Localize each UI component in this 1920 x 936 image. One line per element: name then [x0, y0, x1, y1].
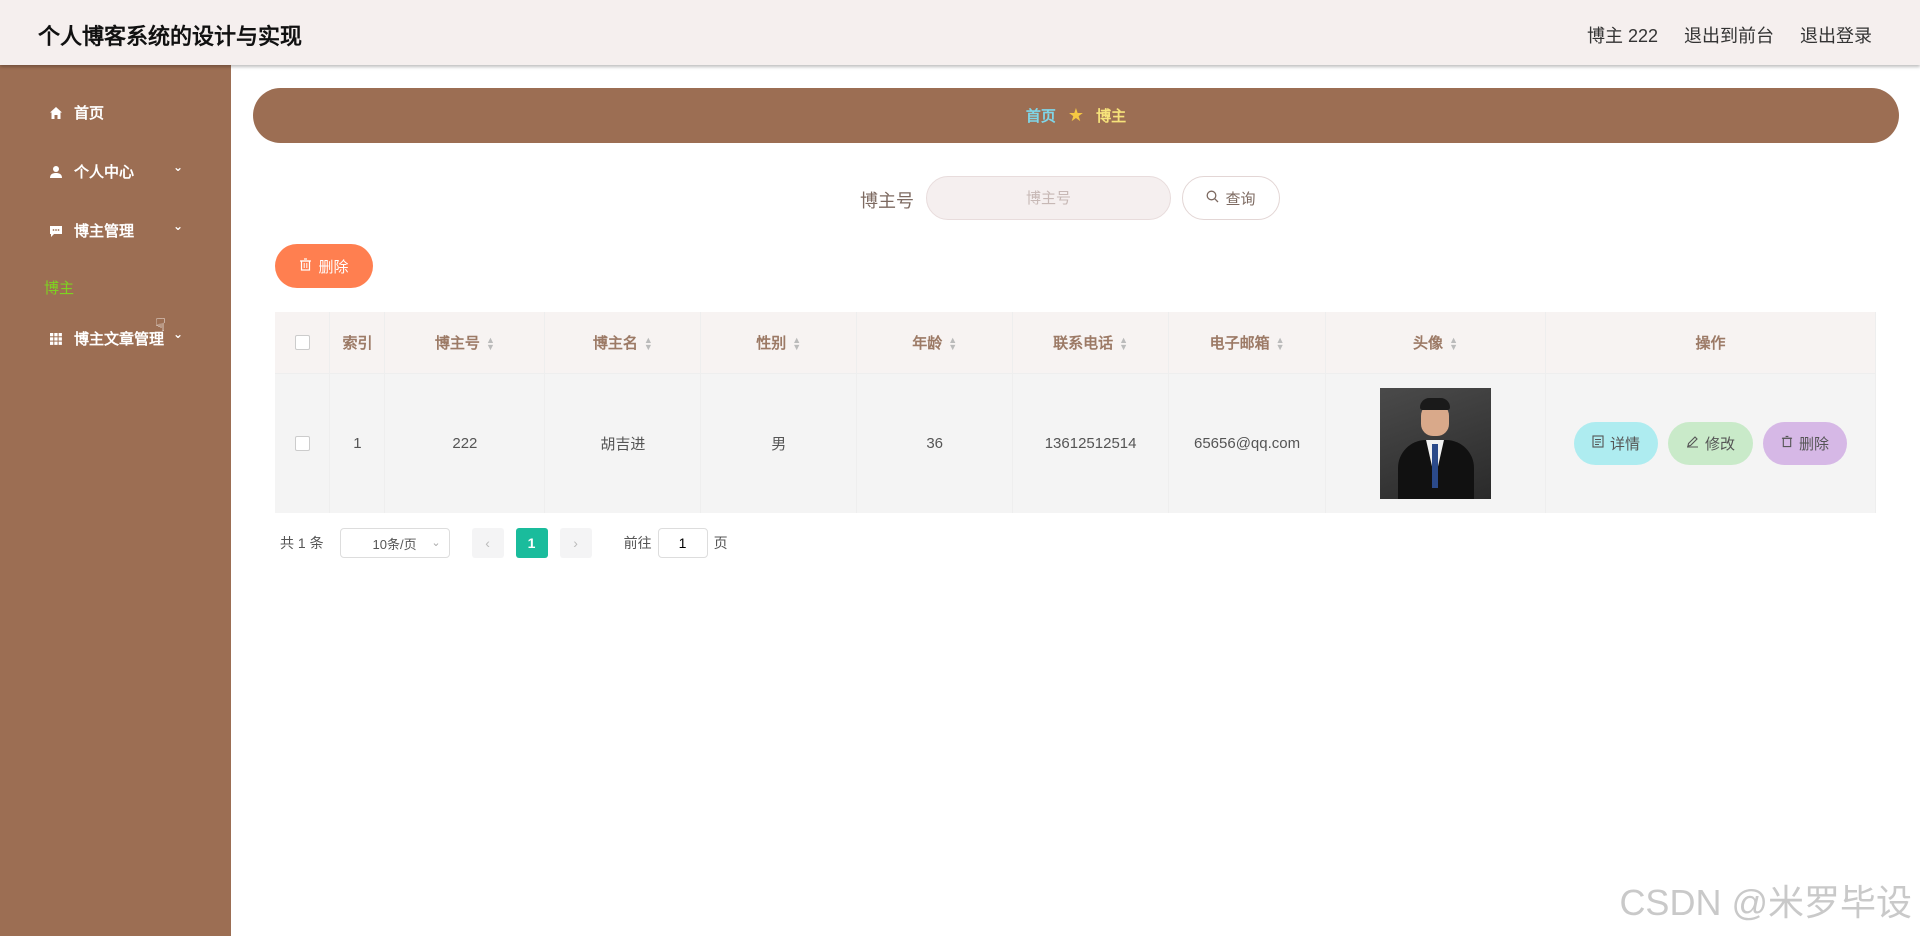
sidebar-item-label: 个人中心 [74, 164, 135, 181]
top-header: 个人博客系统的设计与实现 博主 222 退出到前台 退出登录 [0, 0, 1920, 65]
col-actions: 操作 [1545, 312, 1877, 374]
col-avatar[interactable]: 头像 ▲ ▼ [1325, 312, 1546, 374]
hand-cursor-icon: ☟ [155, 315, 166, 335]
search-button-label: 查询 [1225, 190, 1256, 208]
row-select-cell [275, 373, 331, 513]
edit-label: 修改 [1704, 435, 1735, 453]
chevron-down-icon: ⌄ [431, 537, 441, 549]
col-blogger-id-label: 博主号 [434, 334, 480, 352]
select-all-checkbox[interactable] [294, 335, 310, 351]
cell-email: 65656@qq.com [1168, 373, 1327, 513]
select-all-cell [275, 312, 331, 374]
goto-page-input[interactable] [657, 528, 708, 558]
sort-icon[interactable]: ▲ ▼ [1449, 335, 1458, 351]
detail-button[interactable]: 详情 [1573, 421, 1658, 465]
detail-label: 详情 [1609, 435, 1640, 453]
current-user: 博主 222 [1586, 26, 1658, 46]
user-icon [48, 164, 64, 180]
sidebar-item-label: 博主管理 [74, 223, 135, 240]
goto-label: 前往 [623, 535, 652, 551]
cell-blogger-id: 222 [384, 373, 546, 513]
page-number-current[interactable]: 1 [515, 528, 548, 558]
trash-icon [1781, 435, 1793, 452]
chevron-left-icon: ‹ [485, 535, 490, 551]
logout-link[interactable]: 退出登录 [1800, 22, 1872, 48]
cell-blogger-name: 胡吉进 [544, 373, 702, 513]
search-icon [1206, 190, 1219, 207]
sort-icon[interactable]: ▲ ▼ [1119, 335, 1128, 351]
back-to-front-link[interactable]: 退出到前台 [1684, 22, 1774, 48]
delete-label: 删除 [1799, 435, 1830, 453]
col-phone[interactable]: 联系电话 ▲ ▼ [1012, 312, 1170, 374]
page-unit-label: 页 [713, 535, 728, 551]
home-icon [48, 105, 64, 121]
sidebar-item-profile[interactable]: 个人中心 ⌄ [48, 160, 188, 182]
sort-icon[interactable]: ▲ ▼ [486, 335, 495, 351]
pencil-icon [1686, 435, 1699, 452]
breadcrumb: 首页 ★ 博主 [253, 88, 1899, 143]
sidebar-item-blogger-mgmt[interactable]: 博主管理 ⌄ [48, 219, 188, 241]
cell-age: 36 [856, 373, 1014, 513]
sidebar-item-label: 博主文章管理 [74, 331, 165, 348]
app-title: 个人博客系统的设计与实现 [38, 24, 303, 49]
row-checkbox[interactable] [294, 436, 310, 452]
chevron-down-icon: ⌄ [173, 160, 184, 174]
search-button[interactable]: 查询 [1182, 176, 1280, 220]
col-blogger-name[interactable]: 博主名 ▲ ▼ [544, 312, 702, 374]
cell-gender: 男 [700, 373, 858, 513]
sort-icon[interactable]: ▲ ▼ [792, 335, 801, 351]
sort-icon[interactable]: ▲ ▼ [948, 335, 957, 351]
search-input[interactable] [926, 176, 1171, 220]
breadcrumb-home[interactable]: 首页 [1026, 105, 1056, 126]
bulk-delete-button[interactable]: 删除 [275, 244, 373, 288]
prev-page-button[interactable]: ‹ [471, 528, 504, 558]
bulk-delete-label: 删除 [318, 258, 349, 276]
watermark: CSDN @米罗毕设 [1619, 882, 1912, 923]
avatar-image[interactable] [1380, 387, 1492, 499]
grid-icon [48, 331, 64, 347]
cell-avatar [1325, 373, 1546, 513]
col-age-label: 年龄 [912, 334, 943, 352]
search-label: 博主号 [860, 191, 914, 211]
sidebar-subitem-blogger[interactable]: 博主 [44, 277, 74, 298]
page-size-value: 10条/页 [372, 536, 417, 552]
cell-phone: 13612512514 [1012, 373, 1170, 513]
cell-actions: 详情 修改 删除 [1545, 373, 1877, 513]
col-email-label: 电子邮箱 [1209, 334, 1270, 352]
trash-icon [299, 257, 312, 275]
col-age[interactable]: 年龄 ▲ ▼ [856, 312, 1014, 374]
col-email[interactable]: 电子邮箱 ▲ ▼ [1168, 312, 1327, 374]
star-icon: ★ [1067, 105, 1085, 125]
cell-index: 1 [329, 373, 386, 513]
table-row: 1 222 胡吉进 男 36 13612512514 65656@qq.com … [275, 373, 1877, 513]
chevron-down-icon: ⌄ [173, 327, 184, 341]
table-header-row: 索引 博主号 ▲ ▼ 博主名 ▲ ▼ 性别 ▲ ▼ 年龄 ▲ ▼ 联系电话 ▲ ▼ 电子邮箱 ▲ ▼ 头… [275, 312, 1877, 374]
chat-icon [48, 223, 64, 239]
sort-icon[interactable]: ▲ ▼ [1276, 335, 1285, 351]
col-phone-label: 联系电话 [1053, 334, 1114, 352]
pagination: 共 1 条 10条/页 ⌄ ‹ 1 › 前往 页 [280, 527, 728, 559]
document-icon [1592, 435, 1604, 452]
next-page-button[interactable]: › [559, 528, 592, 558]
breadcrumb-current: 博主 [1096, 108, 1127, 125]
sidebar-item-article-mgmt[interactable]: 博主文章管理 ⌄ [48, 327, 188, 349]
col-blogger-name-label: 博主名 [592, 334, 638, 352]
edit-button[interactable]: 修改 [1667, 421, 1753, 465]
sidebar-item-home[interactable]: 首页 [48, 102, 188, 123]
col-index: 索引 [329, 312, 386, 374]
delete-button[interactable]: 删除 [1763, 421, 1848, 465]
col-blogger-id[interactable]: 博主号 ▲ ▼ [384, 312, 546, 374]
header-actions: 博主 222 退出到前台 退出登录 [1587, 22, 1872, 48]
chevron-down-icon: ⌄ [173, 219, 184, 233]
total-count: 共 1 条 [280, 535, 324, 551]
chevron-right-icon: › [573, 535, 578, 551]
sidebar-item-label: 首页 [74, 105, 105, 122]
sidebar: 首页 个人中心 ⌄ 博主管理 ⌄ 博主 博主文章管理 ⌄ ☟ [0, 65, 231, 936]
page-size-select[interactable]: 10条/页 ⌄ [339, 528, 450, 558]
blogger-table: 索引 博主号 ▲ ▼ 博主名 ▲ ▼ 性别 ▲ ▼ 年龄 ▲ ▼ 联系电话 ▲ ▼ 电子邮箱 ▲ ▼ 头… [275, 312, 1877, 513]
sort-icon[interactable]: ▲ ▼ [644, 335, 653, 351]
col-gender[interactable]: 性别 ▲ ▼ [700, 312, 858, 374]
col-gender-label: 性别 [756, 334, 787, 352]
col-avatar-label: 头像 [1413, 334, 1444, 352]
